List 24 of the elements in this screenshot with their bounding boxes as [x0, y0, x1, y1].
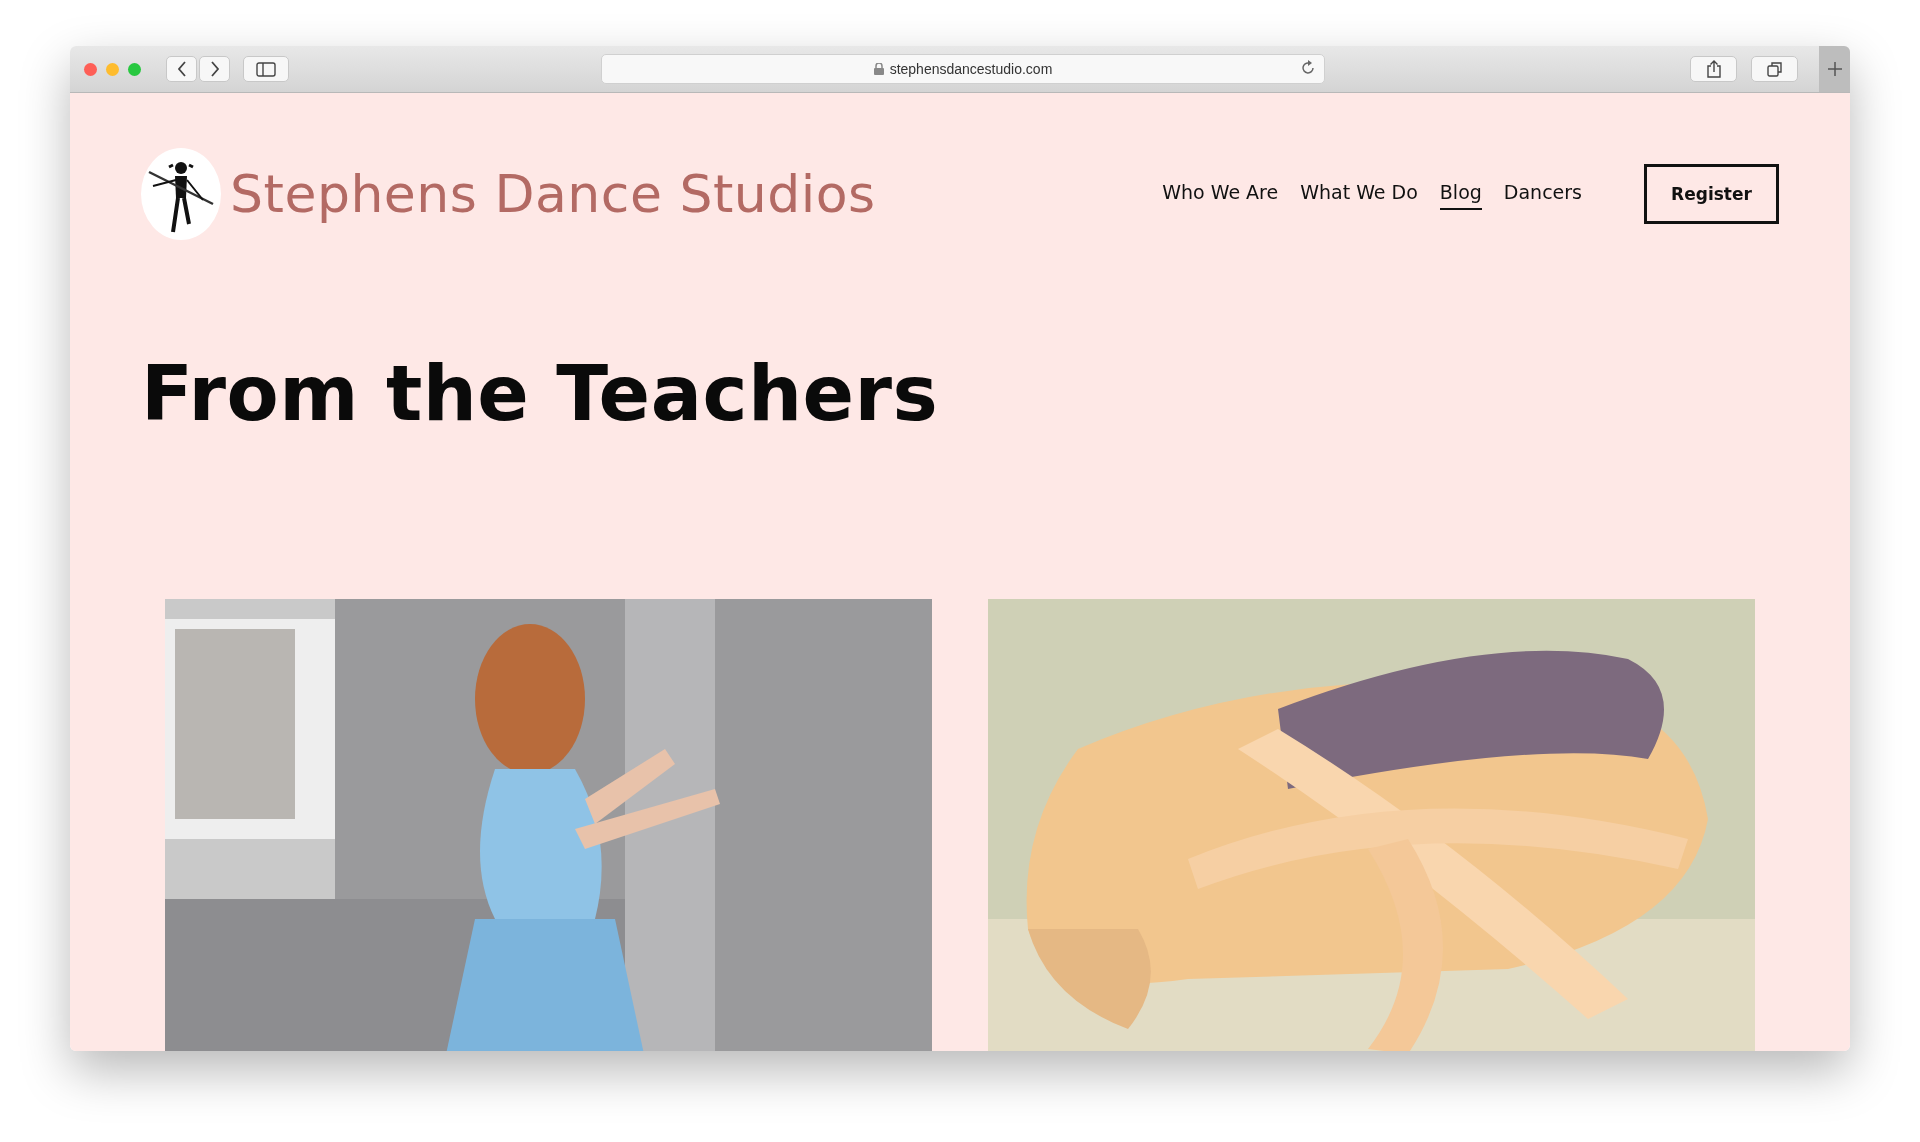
share-icon [1705, 60, 1722, 78]
chevron-right-icon [209, 61, 220, 77]
close-icon[interactable] [84, 62, 97, 76]
new-tab-button[interactable] [1819, 46, 1850, 92]
sidebar-icon [256, 61, 276, 77]
plus-icon [1826, 61, 1843, 77]
address-bar[interactable]: stephensdancestudio.com [601, 54, 1325, 84]
chevron-left-icon [176, 61, 187, 77]
reload-icon[interactable] [1300, 60, 1316, 76]
nav-link[interactable]: Blog [1439, 178, 1482, 210]
url-text: stephensdancestudio.com [889, 61, 1053, 77]
register-button[interactable]: Register [1644, 164, 1779, 224]
nav-link[interactable]: Dancers [1503, 178, 1582, 210]
forward-button[interactable] [199, 56, 230, 82]
tabs-button[interactable] [1751, 56, 1798, 82]
page-heading: From the Teachers [141, 348, 940, 440]
nav-link[interactable]: What We Do [1300, 178, 1418, 210]
nav-link[interactable]: Who We Are [1162, 178, 1279, 210]
back-button[interactable] [166, 56, 197, 82]
share-button[interactable] [1690, 56, 1737, 82]
sidebar-button[interactable] [243, 56, 289, 82]
lock-icon [873, 63, 884, 75]
tabs-icon [1766, 61, 1783, 77]
dancer-logo[interactable] [141, 148, 221, 240]
